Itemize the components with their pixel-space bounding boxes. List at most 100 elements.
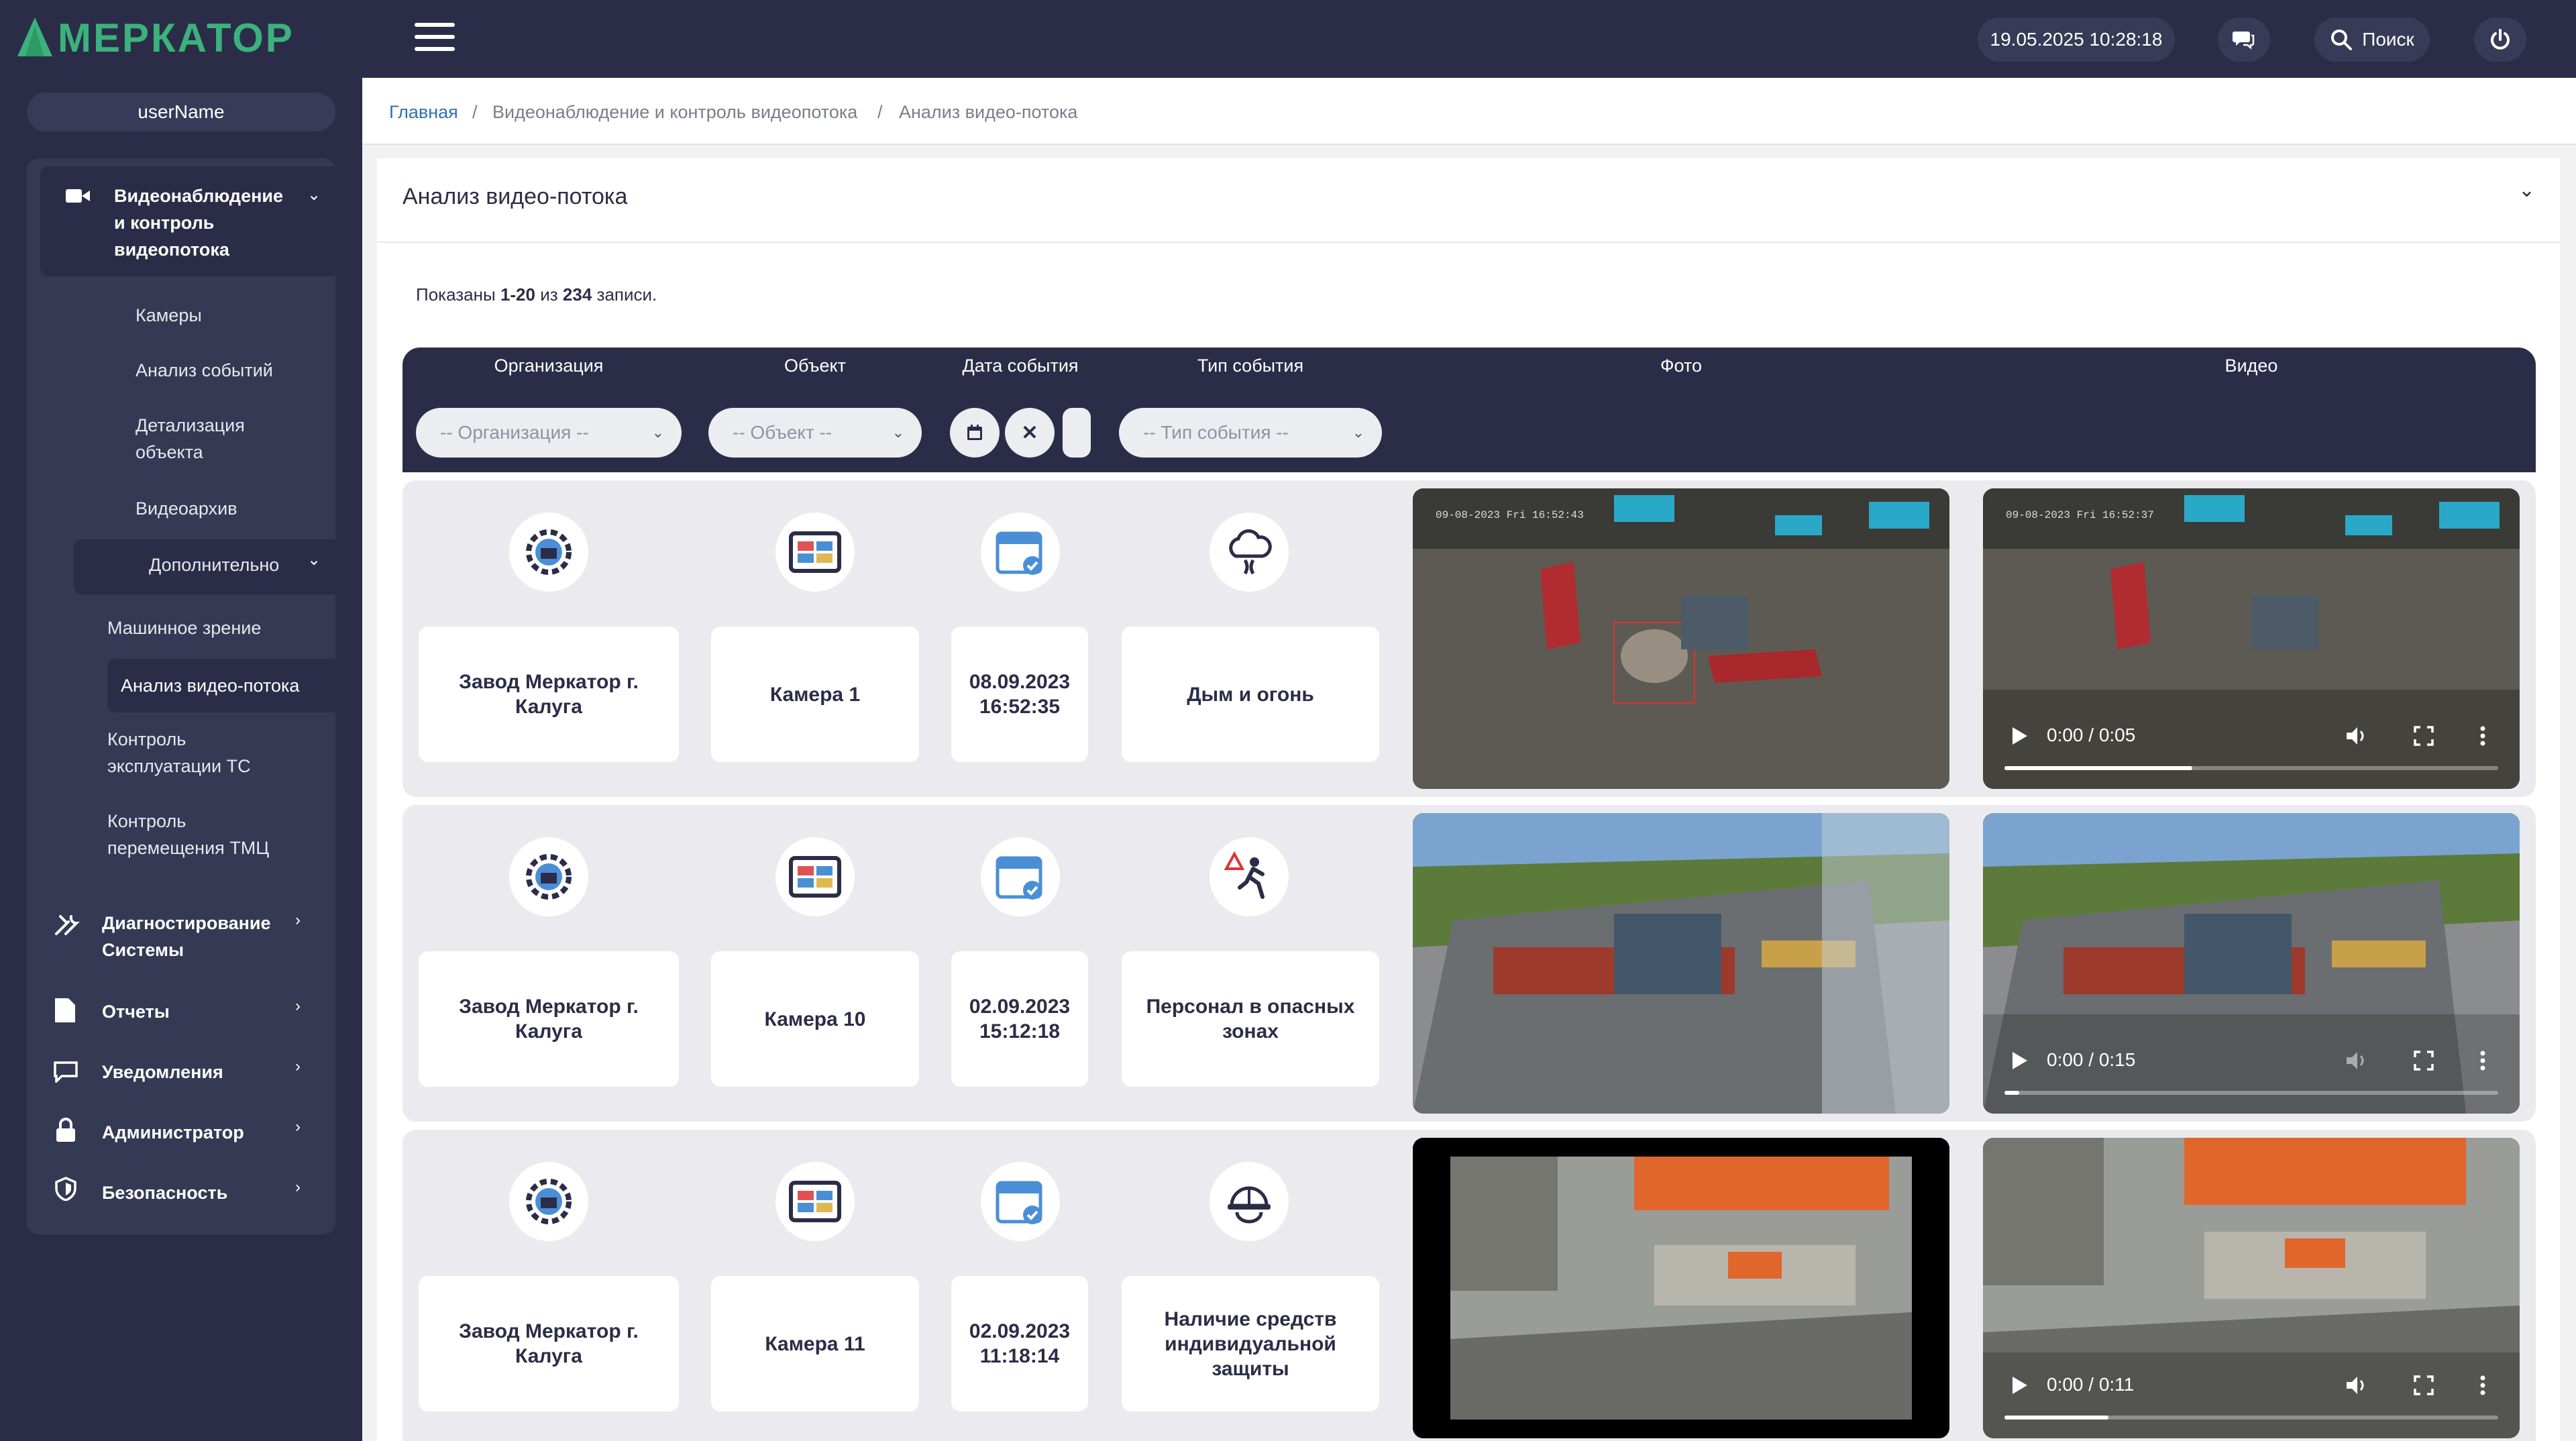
organization-filter-select[interactable]: -- Организация -- ⌄ xyxy=(416,408,682,458)
breadcrumb-home[interactable]: Главная xyxy=(389,102,458,123)
event-video-player[interactable]: 09-08-2023 Fri 16:52:37 0:00 / 0:05 xyxy=(1983,488,2520,789)
sidebar-item-reports[interactable]: Отчеты xyxy=(102,998,170,1025)
calendar-check-icon xyxy=(996,856,1042,900)
factory-gear-icon xyxy=(526,854,572,900)
video-controls: 0:00 / 0:05 xyxy=(1983,708,2520,789)
camera-monitor-icon xyxy=(789,1181,841,1222)
date-icon xyxy=(981,513,1060,592)
date-input[interactable] xyxy=(1063,408,1091,458)
video-timestamp: 09-08-2023 Fri 16:52:37 xyxy=(2006,509,2154,521)
volume-icon[interactable] xyxy=(2345,726,2368,746)
play-icon[interactable] xyxy=(2010,1051,2029,1071)
video-time: 0:00 / 0:15 xyxy=(2047,1049,2136,1070)
video-progress-bar[interactable] xyxy=(2004,1091,2498,1095)
sidebar-item-notifications[interactable]: Уведомления xyxy=(102,1059,223,1085)
video-progress-bar[interactable] xyxy=(2004,766,2498,770)
event-type-icon xyxy=(1210,1162,1289,1241)
chevron-right-icon: › xyxy=(295,1118,301,1136)
username-badge[interactable]: userName xyxy=(27,93,335,131)
filter-row: -- Организация -- ⌄ -- Объект -- ⌄ ✕ -- … xyxy=(402,385,2536,472)
hamburger-menu-button[interactable] xyxy=(415,23,455,55)
event-type-icon xyxy=(1210,837,1289,916)
sidebar: userName Видеонаблюдение и контроль виде… xyxy=(0,78,362,1441)
collapse-chevron-icon[interactable]: ⌄ xyxy=(2518,178,2535,202)
volume-icon[interactable] xyxy=(2345,1375,2368,1395)
sidebar-item-event-analysis[interactable]: Анализ событий xyxy=(136,357,273,384)
column-header-organization[interactable]: Организация xyxy=(494,356,604,376)
play-icon[interactable] xyxy=(2010,1375,2029,1395)
sidebar-item-video-stream-analysis[interactable]: Анализ видео-потока xyxy=(121,672,299,699)
video-controls: 0:00 / 0:15 xyxy=(1983,1033,2520,1114)
sidebar-menu: Видеонаблюдение и контроль видеопотока ⌄… xyxy=(27,158,335,1234)
organization-icon xyxy=(509,513,588,592)
calendar-button[interactable] xyxy=(950,408,1000,458)
sidebar-item-machine-vision[interactable]: Машинное зрение xyxy=(107,615,261,641)
message-icon xyxy=(54,1061,78,1083)
event-photo[interactable] xyxy=(1413,813,1949,1114)
sidebar-item-diagnostics[interactable]: Диагностирование Системы xyxy=(102,910,290,963)
object-filter-select[interactable]: -- Объект -- ⌄ xyxy=(708,408,922,458)
event-type-filter-select[interactable]: -- Тип события -- ⌄ xyxy=(1119,408,1382,458)
fullscreen-icon[interactable] xyxy=(2414,1375,2434,1395)
more-options-icon[interactable] xyxy=(2479,726,2486,746)
calendar-icon xyxy=(967,425,982,440)
photo-scene xyxy=(1413,813,1949,1114)
column-header-object[interactable]: Объект xyxy=(784,356,846,376)
date-cell: 02.09.2023 11:18:14 xyxy=(951,1276,1088,1411)
sidebar-item-video-surveillance[interactable]: Видеонаблюдение и контроль видеопотока xyxy=(114,182,283,263)
chevron-right-icon: › xyxy=(295,1057,301,1075)
event-photo[interactable] xyxy=(1413,1138,1949,1438)
fullscreen-icon[interactable] xyxy=(2414,726,2434,746)
logout-button[interactable] xyxy=(2474,17,2526,62)
more-options-icon[interactable] xyxy=(2479,1375,2486,1395)
video-time: 0:00 / 0:05 xyxy=(2047,725,2136,745)
factory-gear-icon xyxy=(526,1179,572,1224)
video-controls: 0:00 / 0:11 xyxy=(1983,1358,2520,1438)
logo[interactable]: МЕРКАТОР xyxy=(16,11,294,64)
chevron-right-icon: › xyxy=(295,997,301,1015)
column-header-video: Видео xyxy=(2224,356,2278,376)
sidebar-item-admin[interactable]: Администратор xyxy=(102,1119,244,1146)
breadcrumb-video-surveillance[interactable]: Видеонаблюдение и контроль видеопотока xyxy=(492,102,857,123)
clear-date-button[interactable]: ✕ xyxy=(1005,408,1055,458)
object-cell: Камера 10 xyxy=(711,951,919,1087)
shield-icon xyxy=(55,1177,76,1201)
play-icon[interactable] xyxy=(2010,726,2029,746)
video-progress-fill xyxy=(2004,1416,2108,1420)
sidebar-item-inventory-control[interactable]: Контроль перемещения ТМЦ xyxy=(107,808,295,861)
breadcrumb-current: Анализ видео-потока xyxy=(899,102,1078,122)
event-photo[interactable]: 09-08-2023 Fri 16:52:43 xyxy=(1413,488,1949,789)
table-row[interactable]: Завод Меркатор г. Калуга Камера 11 02.09… xyxy=(402,1130,2536,1441)
date-icon xyxy=(981,837,1060,916)
sidebar-item-cameras[interactable]: Камеры xyxy=(136,302,202,329)
tools-icon xyxy=(55,915,80,935)
organization-icon xyxy=(509,1162,588,1241)
event-video-player[interactable]: 0:00 / 0:11 xyxy=(1983,1138,2520,1438)
records-count: Показаны 1-20 из 234 записи. xyxy=(416,284,657,305)
event-time: 15:12:18 xyxy=(979,1020,1061,1043)
object-cell: Камера 11 xyxy=(711,1276,919,1411)
calendar-check-icon xyxy=(996,1181,1042,1224)
volume-muted-icon[interactable] xyxy=(2345,1051,2368,1071)
video-progress-fill xyxy=(2004,766,2192,770)
sidebar-item-security[interactable]: Безопасность xyxy=(102,1179,227,1206)
sidebar-item-object-detail[interactable]: Детализация объекта xyxy=(136,412,270,466)
search-button[interactable]: Поиск xyxy=(2314,17,2430,62)
organization-icon xyxy=(509,837,588,916)
document-icon xyxy=(55,998,75,1022)
date-cell: 08.09.2023 16:52:35 xyxy=(951,627,1088,762)
event-date: 08.09.2023 xyxy=(969,671,1071,693)
sidebar-item-video-archive[interactable]: Видеоархив xyxy=(136,495,237,522)
sidebar-item-additional[interactable]: Дополнительно xyxy=(149,551,279,578)
chat-button[interactable] xyxy=(2218,17,2270,62)
event-video-player[interactable]: 0:00 / 0:15 xyxy=(1983,813,2520,1114)
video-progress-bar[interactable] xyxy=(2004,1416,2498,1420)
column-header-event-type[interactable]: Тип события xyxy=(1197,356,1303,376)
table-row[interactable]: Завод Меркатор г. Калуга Камера 1 08.09.… xyxy=(402,480,2536,797)
more-options-icon[interactable] xyxy=(2479,1051,2486,1071)
sidebar-item-vehicle-control[interactable]: Контроль эксплуатации ТС xyxy=(107,726,282,780)
table-row[interactable]: Завод Меркатор г. Калуга Камера 10 02.09… xyxy=(402,805,2536,1122)
event-type-filter-value: -- Тип события -- xyxy=(1143,422,1289,443)
fullscreen-icon[interactable] xyxy=(2414,1051,2434,1071)
column-header-date[interactable]: Дата события xyxy=(962,356,1078,376)
